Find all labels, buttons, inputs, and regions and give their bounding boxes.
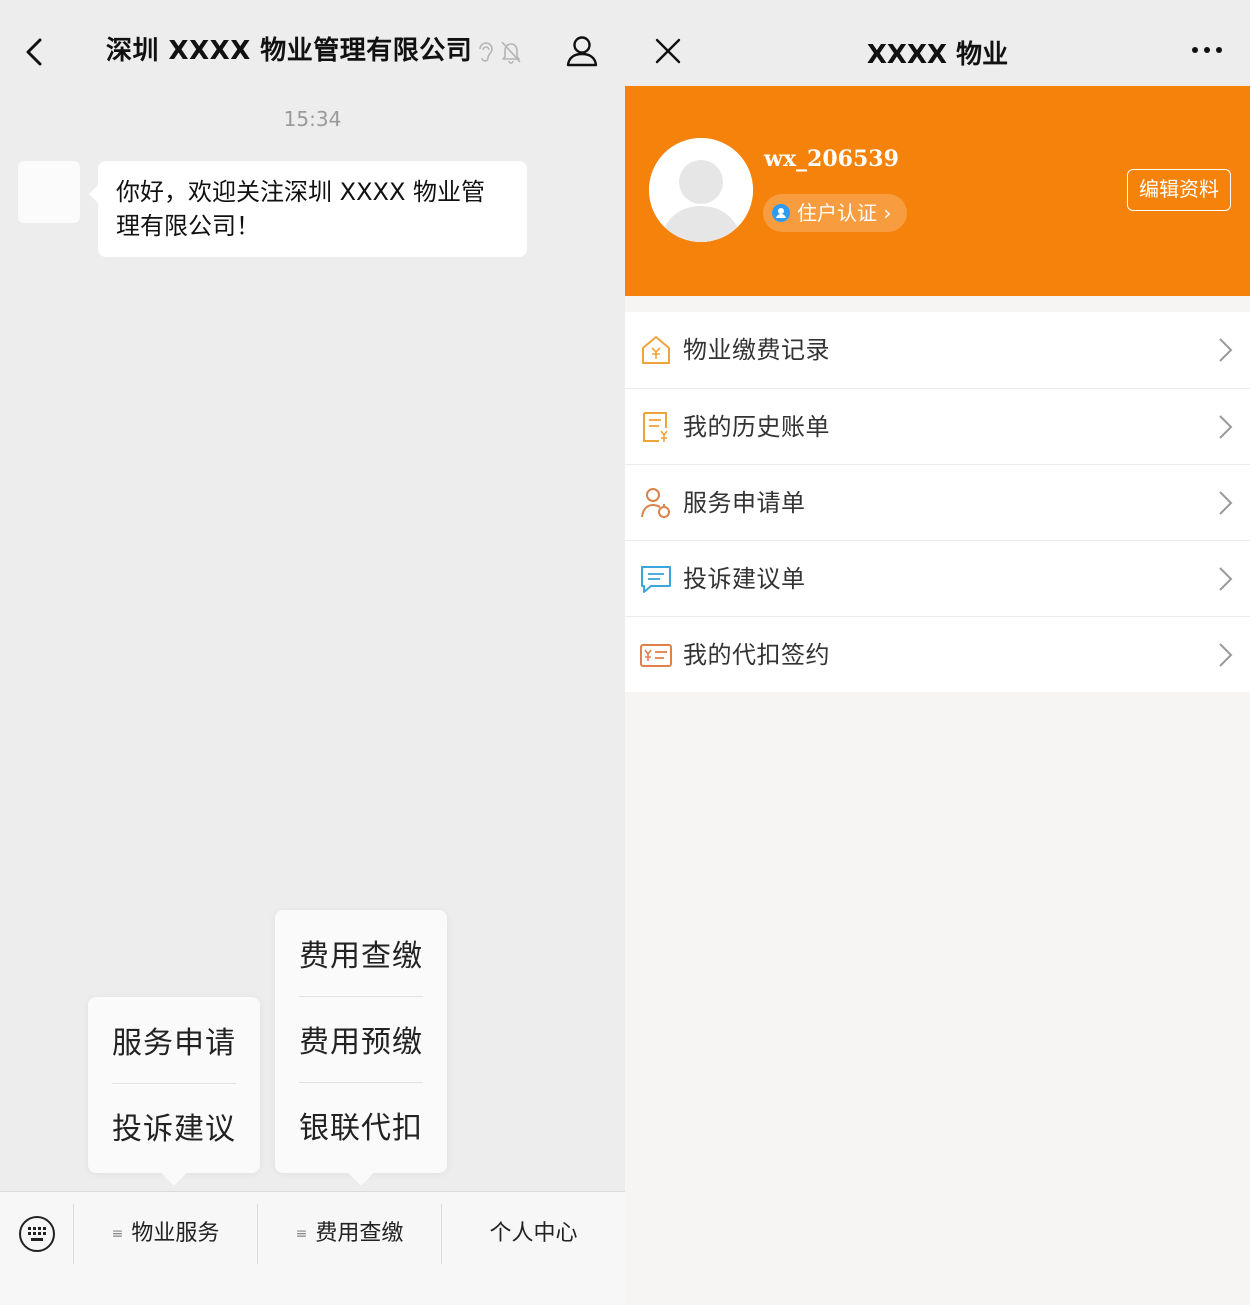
user-avatar[interactable] bbox=[649, 138, 753, 242]
keyboard-icon[interactable] bbox=[18, 1215, 56, 1253]
message-timestamp: 15:34 bbox=[283, 107, 342, 131]
submenu-divider bbox=[299, 1082, 423, 1083]
chevron-right-icon: › bbox=[883, 201, 892, 225]
menu-property-service-label: 物业服务 bbox=[131, 1221, 220, 1246]
list-item-auto-debit[interactable]: 我的代扣签约 bbox=[625, 616, 1250, 692]
submenu-divider bbox=[299, 996, 423, 997]
resident-verify-button[interactable]: 住户认证 › bbox=[763, 194, 907, 232]
menu-item-fee-prepay[interactable]: 费用预缴 bbox=[275, 1000, 447, 1086]
submenu-lines-icon: ≡ bbox=[111, 1226, 124, 1242]
menu-property-service[interactable]: ≡ 物业服务 bbox=[74, 1204, 257, 1264]
more-dots-icon[interactable] bbox=[1191, 44, 1223, 56]
profile-banner: wx_206539 住户认证 › 编辑资料 bbox=[625, 86, 1250, 296]
username: wx_206539 bbox=[764, 146, 899, 172]
bill-icon bbox=[643, 412, 668, 442]
chat-panel: 深圳 XXXX 物业管理有限公司 15:34 你好，欢迎关注深圳 XXXX 物业… bbox=[0, 0, 625, 1305]
menu-item-service-request[interactable]: 服务申请 bbox=[88, 1001, 260, 1087]
list-item-label: 投诉建议单 bbox=[683, 565, 806, 593]
list-item-label: 服务申请单 bbox=[683, 489, 806, 517]
menu-personal-center[interactable]: 个人中心 bbox=[442, 1204, 625, 1264]
list-item-payment-records[interactable]: 物业缴费记录 bbox=[625, 312, 1250, 388]
chat-title: 深圳 XXXX 物业管理有限公司 bbox=[106, 36, 473, 66]
property-service-submenu: 服务申请 投诉建议 bbox=[88, 997, 260, 1186]
menu-personal-center-label: 个人中心 bbox=[489, 1221, 578, 1246]
verify-label: 住户认证 bbox=[797, 201, 877, 225]
fee-inquiry-submenu: 费用查缴 费用预缴 银联代扣 bbox=[275, 910, 447, 1186]
official-account-avatar[interactable] bbox=[18, 161, 80, 223]
submenu-lines-icon: ≡ bbox=[295, 1226, 308, 1242]
submenu-divider bbox=[112, 1083, 236, 1084]
default-avatar-icon bbox=[649, 138, 753, 242]
chevron-right-icon bbox=[1219, 415, 1233, 439]
chevron-right-icon bbox=[1219, 491, 1233, 515]
menu-item-fee-inquiry[interactable]: 费用查缴 bbox=[275, 914, 447, 1000]
back-arrow-icon[interactable] bbox=[20, 34, 50, 70]
service-person-icon bbox=[641, 488, 670, 518]
chevron-right-icon bbox=[1219, 643, 1233, 667]
menu-fee-inquiry-label: 费用查缴 bbox=[315, 1221, 404, 1246]
person-icon[interactable] bbox=[565, 34, 599, 68]
welcome-message-bubble: 你好，欢迎关注深圳 XXXX 物业管理有限公司！ bbox=[89, 161, 527, 257]
list-item-label: 我的代扣签约 bbox=[683, 641, 830, 669]
chat-header: 深圳 XXXX 物业管理有限公司 bbox=[0, 0, 625, 100]
chevron-right-icon bbox=[1219, 567, 1233, 591]
list-item-complaints[interactable]: 投诉建议单 bbox=[625, 540, 1250, 616]
list-item-service-requests[interactable]: 服务申请单 bbox=[625, 464, 1250, 540]
ear-icon bbox=[479, 42, 493, 62]
yen-card-icon bbox=[640, 644, 672, 667]
menu-fee-inquiry[interactable]: ≡ 费用查缴 bbox=[258, 1204, 441, 1264]
edit-profile-button[interactable]: 编辑资料 bbox=[1127, 169, 1231, 211]
menu-item-unionpay-debit[interactable]: 银联代扣 bbox=[275, 1086, 447, 1172]
page-title: XXXX 物业 bbox=[866, 40, 1009, 70]
menu-list: 物业缴费记录 我的历史账单 服务申请单 投诉建议单 我的代扣签约 bbox=[625, 312, 1250, 692]
verify-user-icon bbox=[772, 204, 790, 222]
list-item-label: 物业缴费记录 bbox=[683, 336, 830, 364]
chat-bubble-icon bbox=[641, 566, 671, 593]
mute-bell-icon bbox=[501, 41, 521, 64]
profile-header: XXXX 物业 bbox=[625, 0, 1250, 86]
list-item-history-bills[interactable]: 我的历史账单 bbox=[625, 388, 1250, 464]
chevron-right-icon bbox=[1219, 338, 1233, 362]
list-item-label: 我的历史账单 bbox=[683, 413, 830, 441]
profile-panel: XXXX 物业 wx_206539 住户认证 › 编辑资料 物业缴费记录 我的历… bbox=[625, 0, 1250, 1305]
house-yen-icon bbox=[642, 336, 670, 364]
